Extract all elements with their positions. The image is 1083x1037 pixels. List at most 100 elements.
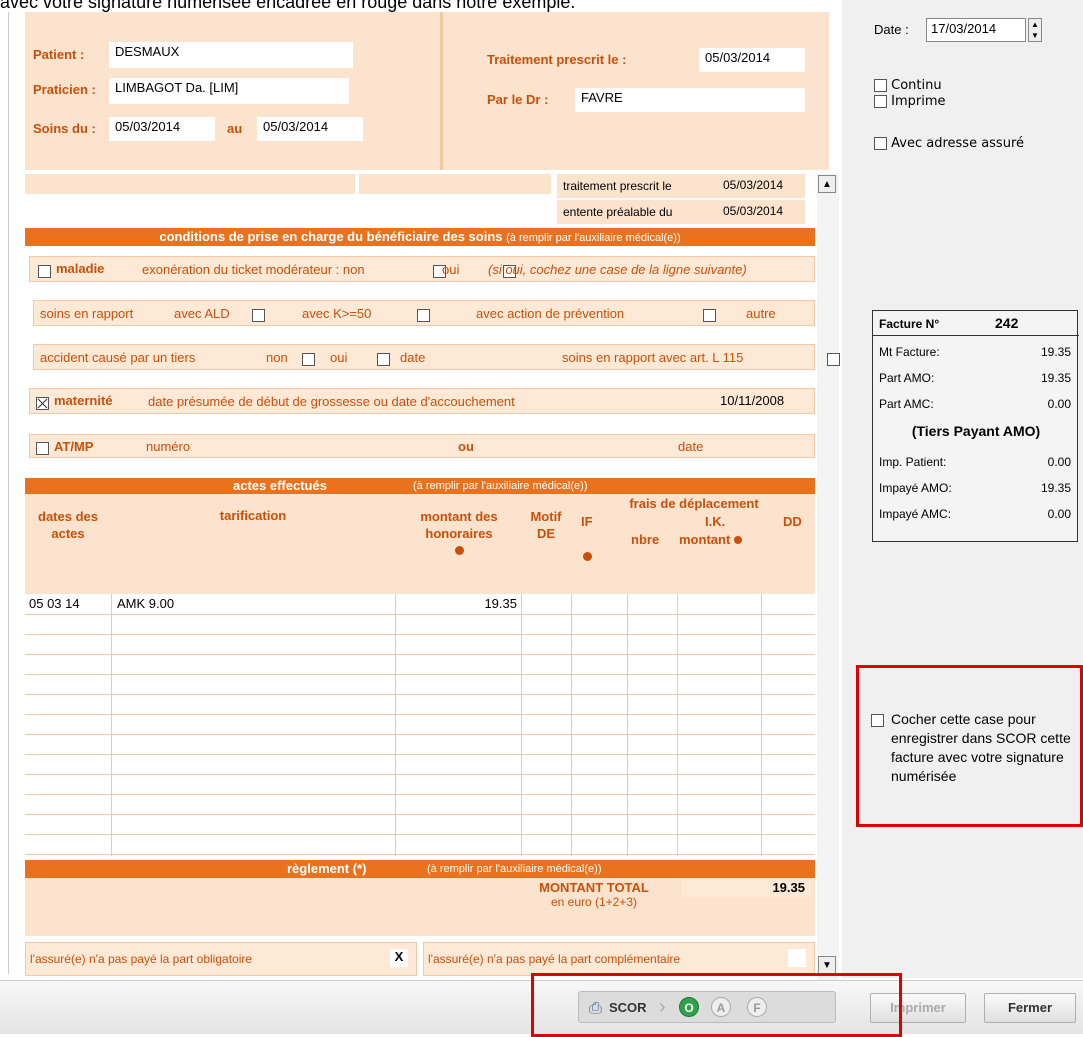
- imprime-option[interactable]: Imprime: [874, 94, 946, 109]
- impaye-amo-row: Impayé AMO: 19.35: [879, 481, 1071, 495]
- patient-label: Patient :: [33, 47, 85, 62]
- date-spinner[interactable]: ▲ ▼: [1028, 18, 1042, 42]
- part-comp-row: l'assuré(e) n'a pas payé la part complém…: [423, 942, 815, 976]
- part-amo-row: Part AMO: 19.35: [879, 371, 1071, 385]
- praticien-label: Praticien :: [33, 82, 96, 97]
- col-montant-ik-label: montant: [679, 532, 731, 547]
- ald-checkbox[interactable]: [252, 309, 265, 323]
- exoneration-label: exonération du ticket modérateur : non: [142, 262, 365, 277]
- entente-row: entente préalable du 05/03/2014: [557, 200, 805, 224]
- actes-subtitle: (à remplir par l'auxiliaire médical(e)): [413, 480, 588, 492]
- maladie-row: maladie exonération du ticket modérateur…: [29, 256, 815, 282]
- adresse-label: Avec adresse assuré: [891, 136, 1025, 151]
- row-divider: [25, 814, 815, 815]
- soins-to-field[interactable]: 05/03/2014: [257, 117, 363, 141]
- total-label: MONTANT TOTAL: [539, 880, 649, 895]
- traitement-label: Traitement prescrit le :: [487, 52, 627, 67]
- part-oblig-label: l'assuré(e) n'a pas payé la part obligat…: [30, 952, 253, 966]
- date-input[interactable]: 17/03/2014: [926, 18, 1026, 42]
- row-divider: [25, 674, 815, 675]
- traitement-date-field[interactable]: 05/03/2014: [699, 48, 805, 72]
- ou-label: ou: [458, 439, 474, 454]
- adresse-option[interactable]: Avec adresse assuré: [874, 136, 1024, 151]
- accident-oui-checkbox[interactable]: [376, 353, 390, 367]
- adresse-checkbox[interactable]: [874, 137, 887, 150]
- prescription-cell-2: [359, 174, 551, 194]
- k50-label: avec K>=50: [302, 306, 372, 321]
- col-dates: dates des actes: [38, 509, 98, 541]
- continu-option[interactable]: Continu: [874, 78, 942, 93]
- table-row[interactable]: 05 03 14 AMK 9.00 19.35: [25, 594, 815, 614]
- au-label: au: [227, 121, 243, 136]
- conditions-subtitle: (à remplir par l'auxiliaire médical(e)): [506, 232, 681, 244]
- col-montant-ik: montant: [679, 532, 742, 547]
- atmp-checkbox[interactable]: [36, 442, 49, 456]
- imp-patient-row: Imp. Patient: 0.00: [879, 455, 1071, 469]
- impaye-amo-value: 19.35: [1040, 481, 1071, 495]
- fermer-button[interactable]: Fermer: [984, 993, 1076, 1023]
- imprime-checkbox[interactable]: [874, 95, 887, 108]
- accident-row: accident causé par un tiers non oui date…: [33, 344, 841, 370]
- accident-oui-label: oui: [330, 350, 348, 365]
- row-date: 05 03 14: [29, 596, 80, 611]
- imprime-label: Imprime: [891, 94, 946, 109]
- col-nbre: nbre: [631, 532, 660, 547]
- reglement-title: règlement (*): [287, 861, 367, 876]
- actes-header: actes effectués (à remplir par l'auxilia…: [25, 478, 815, 494]
- traitement-row-label: traitement prescrit le: [563, 179, 672, 193]
- maternite-desc: date présumée de début de grossesse ou d…: [148, 394, 515, 409]
- facture-label: Facture N°: [879, 317, 940, 331]
- maternite-checkbox[interactable]: [36, 397, 49, 411]
- row-divider: [25, 694, 815, 695]
- vertical-scrollbar[interactable]: ▲ ▼: [817, 174, 839, 980]
- atmp-date-label: date: [678, 439, 704, 454]
- art-l115-label: soins en rapport avec art. L 115: [562, 350, 744, 365]
- part-oblig-row: l'assuré(e) n'a pas payé la part obligat…: [25, 942, 417, 976]
- accident-date-label: date: [400, 350, 426, 365]
- impaye-amc-row: Impayé AMC: 0.00: [879, 507, 1071, 521]
- continu-checkbox[interactable]: [874, 79, 887, 92]
- row-divider: [25, 654, 815, 655]
- part-comp-checkbox[interactable]: [788, 949, 806, 967]
- praticien-field[interactable]: LIMBAGOT Da. [LIM]: [109, 78, 349, 104]
- dr-field[interactable]: FAVRE: [575, 88, 805, 112]
- maladie-label: maladie: [56, 261, 105, 276]
- scor-checkbox[interactable]: [871, 712, 884, 728]
- facture-summary: Facture N° 242 Mt Facture: 19.35 Part AMO…: [872, 310, 1079, 542]
- soins-label: Soins du :: [33, 121, 96, 136]
- si-oui-note: (si oui, cochez une case de la ligne sui…: [488, 262, 747, 277]
- dr-label: Par le Dr :: [487, 92, 549, 107]
- side-panel: Date : 17/03/2014 ▲ ▼ Continu Imprime Ave…: [842, 0, 1083, 978]
- date-label: Date :: [874, 22, 909, 37]
- prevention-checkbox[interactable]: [703, 309, 717, 323]
- maladie-checkbox[interactable]: [38, 265, 51, 279]
- row-tarif: AMK 9.00: [117, 596, 175, 611]
- prevention-label: avec action de prévention: [476, 306, 625, 321]
- row-divider: [25, 734, 815, 735]
- soins-rapport-row: soins en rapport avec ALD avec K>=50 ave…: [33, 300, 857, 326]
- actes-title: actes effectués: [233, 478, 327, 493]
- k50-checkbox[interactable]: [416, 309, 430, 323]
- info-3-icon: [733, 536, 742, 544]
- patient-field[interactable]: DESMAUX: [109, 42, 353, 68]
- reglement-subtitle: (à remplir par l'auxiliaire médical(e)): [427, 863, 602, 875]
- col-tarif: tarification: [219, 508, 287, 523]
- numero-label: numéro: [146, 439, 191, 454]
- col-montant-label: montant des honoraires: [420, 509, 498, 541]
- actes-table-head: dates des actes tarification montant des…: [25, 494, 815, 594]
- art-l115-checkbox[interactable]: [827, 353, 841, 367]
- part-oblig-checkbox[interactable]: X: [390, 949, 408, 967]
- facture-divider: [873, 335, 1079, 336]
- soins-from-field[interactable]: 05/03/2014: [109, 117, 215, 141]
- part-amc-label: Part AMC:: [879, 397, 934, 411]
- entente-label: entente préalable du: [563, 205, 673, 219]
- mt-facture-row: Mt Facture: 19.35: [879, 345, 1071, 359]
- scroll-down-button[interactable]: ▼: [818, 956, 836, 974]
- continu-label: Continu: [891, 78, 942, 93]
- scroll-up-button[interactable]: ▲: [818, 175, 836, 193]
- row-divider: [25, 634, 815, 635]
- scor-checkbox-label: Cocher cette case pour enregistrer dans …: [891, 711, 1071, 784]
- accident-non-checkbox[interactable]: [302, 353, 315, 367]
- accident-label: accident causé par un tiers: [40, 350, 196, 365]
- entente-value: 05/03/2014: [723, 204, 784, 218]
